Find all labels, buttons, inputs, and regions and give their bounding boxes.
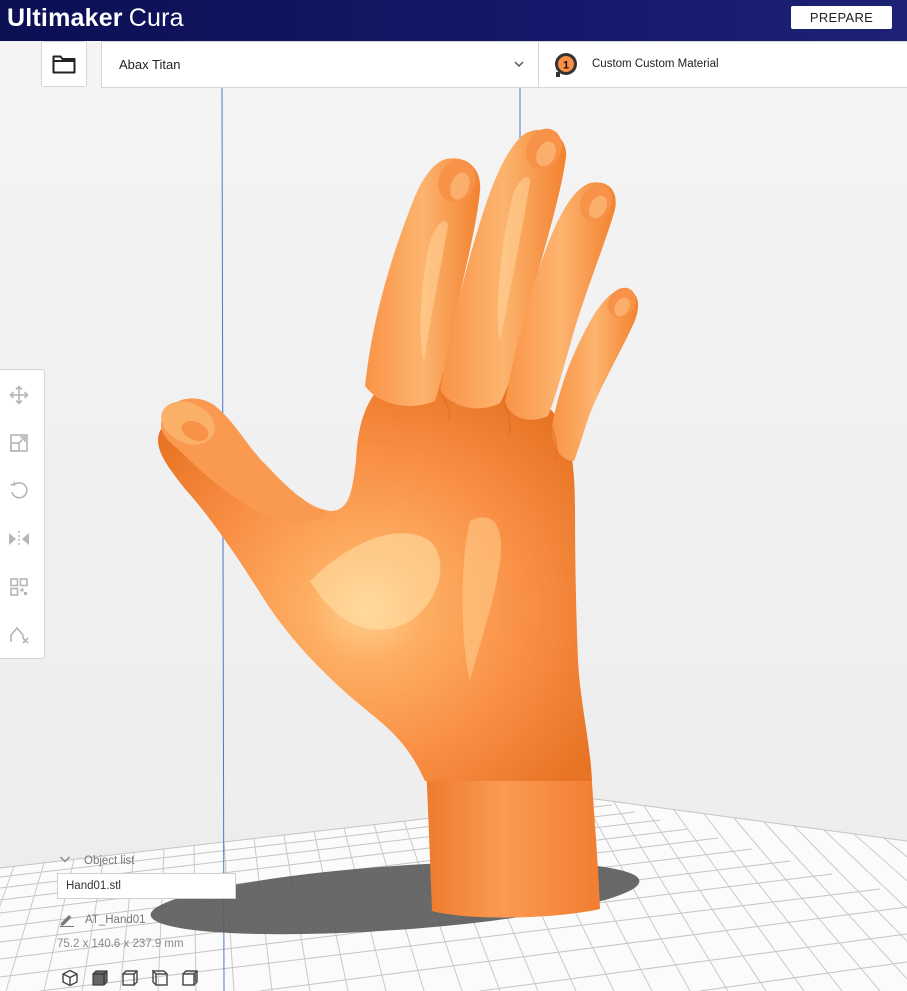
- support-blocker-button[interactable]: [6, 622, 32, 648]
- object-name: AT_Hand01: [85, 914, 146, 926]
- build-plate-viewport[interactable]: Abax Titan 1 Custom Custom Material: [0, 41, 907, 991]
- mirror-icon: [9, 531, 29, 547]
- front-view-icon: [92, 970, 108, 986]
- rotate-tool-button[interactable]: [6, 478, 32, 504]
- extruder-number: 1: [563, 60, 569, 72]
- open-file-button[interactable]: [41, 41, 87, 87]
- right-view-icon: [182, 970, 198, 986]
- object-panel: Object list Hand01.stl AT_Hand01 75.2 x …: [56, 852, 246, 991]
- move-tool-button[interactable]: [6, 382, 32, 408]
- camera-view-buttons: [59, 967, 209, 989]
- folder-icon: [52, 55, 76, 74]
- left-view-icon: [152, 969, 168, 986]
- chevron-down-icon: [59, 856, 71, 863]
- scale-tool-button[interactable]: [6, 430, 32, 456]
- object-list: Hand01.stl: [57, 873, 236, 899]
- front-view-button[interactable]: [89, 967, 111, 989]
- printer-selector[interactable]: Abax Titan: [102, 42, 539, 87]
- per-model-settings-button[interactable]: [6, 574, 32, 600]
- rotate-icon: [10, 481, 28, 499]
- tool-panel: [0, 369, 45, 659]
- chevron-down-icon: [514, 61, 524, 68]
- right-view-button[interactable]: [179, 967, 201, 989]
- top-bar: Ultimaker Cura PREPARE: [0, 0, 907, 41]
- material-name: Custom Custom Material: [592, 58, 719, 70]
- material-selector[interactable]: 1 Custom Custom Material: [539, 42, 907, 87]
- per-model-settings-icon: [10, 578, 28, 596]
- support-blocker-icon: [10, 626, 29, 644]
- app-logo: Ultimaker Cura: [7, 1, 184, 35]
- object-dimensions: 75.2 x 140.6 x 237.9 mm: [57, 938, 184, 950]
- prepare-stage-button[interactable]: PREPARE: [791, 6, 892, 29]
- 3d-view-button[interactable]: [59, 967, 81, 989]
- brand-light: Cura: [128, 4, 184, 32]
- top-view-button[interactable]: [119, 967, 141, 989]
- top-view-icon: [122, 970, 138, 986]
- 3d-view-icon: [62, 969, 78, 987]
- brand-bold: Ultimaker: [7, 4, 123, 32]
- printer-settings-bar: Abax Titan 1 Custom Custom Material: [101, 41, 907, 88]
- pencil-icon: [60, 915, 74, 927]
- left-view-button[interactable]: [149, 967, 171, 989]
- object-list-title: Object list: [84, 855, 135, 867]
- list-item[interactable]: Hand01.stl: [66, 880, 121, 892]
- printer-name: Abax Titan: [119, 57, 181, 72]
- mirror-tool-button[interactable]: [6, 526, 32, 552]
- extruder-icon: 1: [555, 53, 577, 77]
- move-icon: [9, 385, 29, 405]
- scale-icon: [10, 434, 28, 452]
